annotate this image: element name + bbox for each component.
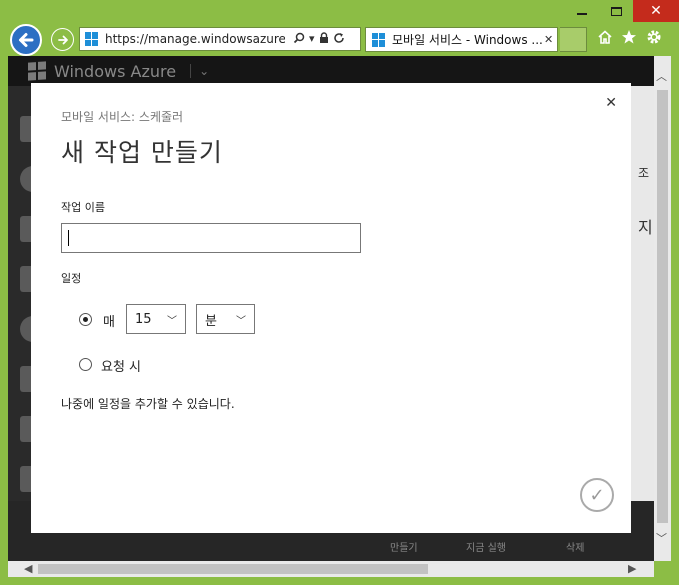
azure-header: Windows Azure ⌄ <box>8 56 654 86</box>
vertical-scrollbar[interactable]: ︿ ﹀ <box>654 56 671 561</box>
radio-every[interactable] <box>79 313 92 326</box>
background-text: 지 <box>638 218 653 237</box>
dialog-title: 새 작업 만들기 <box>61 138 223 167</box>
browser-window: ✕ https://manage.windowsazure.c... ▾ <box>0 0 679 585</box>
dialog-breadcrumb: 모바일 서비스: 스케줄러 <box>61 110 184 124</box>
tab-title: 모바일 서비스 - Windows ... <box>392 33 542 47</box>
back-button[interactable] <box>10 24 42 56</box>
address-bar[interactable]: https://manage.windowsazure.c... ▾ <box>79 27 361 51</box>
forward-button[interactable] <box>51 28 74 51</box>
background-text: 조 <box>638 166 650 180</box>
schedule-label: 일정 <box>61 272 82 285</box>
command-delete[interactable]: 삭제 <box>566 539 584 554</box>
text-caret <box>68 230 69 246</box>
schedule-note: 나중에 일정을 추가할 수 있습니다. <box>61 397 235 411</box>
dialog-close-icon[interactable]: ✕ <box>605 95 617 111</box>
minimize-button[interactable] <box>565 0 599 22</box>
radio-every-label: 매 <box>103 315 115 330</box>
job-name-input[interactable] <box>61 223 361 253</box>
windows-logo-icon <box>372 32 386 47</box>
unit-value: 분 <box>205 313 217 329</box>
dropdown-icon[interactable]: ▾ <box>309 32 315 47</box>
minimize-icon <box>577 13 587 15</box>
close-icon: ✕ <box>650 3 662 19</box>
arrow-right-icon <box>57 35 68 44</box>
address-tools: ▾ <box>293 32 345 47</box>
settings-gear-icon[interactable] <box>646 29 662 49</box>
create-job-dialog: ✕ 모바일 서비스: 스케줄러 새 작업 만들기 작업 이름 일정 매 15 ﹀… <box>31 83 631 533</box>
address-url[interactable]: https://manage.windowsazure.c... <box>105 32 285 46</box>
command-run-now[interactable]: 지금 실행 <box>466 539 506 554</box>
arrow-left-icon <box>19 33 34 47</box>
radio-on-demand-label: 요청 시 <box>101 360 142 375</box>
horizontal-scrollbar[interactable]: ◀ ▶ <box>8 561 654 577</box>
browser-tab-active[interactable]: 모바일 서비스 - Windows ... ✕ <box>365 27 558 52</box>
window-close-button[interactable]: ✕ <box>633 0 679 22</box>
chevron-down-icon[interactable]: ⌄ <box>190 64 209 78</box>
confirm-button[interactable]: ✓ <box>580 478 614 512</box>
chevron-down-icon: ﹀ <box>236 315 246 327</box>
windows-logo-icon <box>28 61 46 81</box>
search-icon[interactable] <box>293 32 305 47</box>
chevron-down-icon: ﹀ <box>167 315 177 327</box>
refresh-icon[interactable] <box>333 32 345 47</box>
tab-close-icon[interactable]: ✕ <box>544 33 553 46</box>
window-controls: ✕ <box>565 0 679 22</box>
scroll-down-icon[interactable]: ﹀ <box>656 530 667 546</box>
vertical-scroll-thumb[interactable] <box>657 90 668 523</box>
background-panel: 조 지 <box>630 86 654 501</box>
unit-select[interactable]: 분 ﹀ <box>196 304 255 334</box>
maximize-button[interactable] <box>599 0 633 22</box>
browser-navbar: https://manage.windowsazure.c... ▾ 모바일 서… <box>0 22 679 56</box>
horizontal-scroll-thumb[interactable] <box>38 564 428 574</box>
lock-icon[interactable] <box>319 31 329 47</box>
scroll-right-icon[interactable]: ▶ <box>628 562 636 575</box>
command-create[interactable]: 만들기 <box>390 539 418 554</box>
checkmark-icon: ✓ <box>589 484 605 506</box>
maximize-icon <box>610 6 622 16</box>
radio-on-demand[interactable] <box>79 358 92 371</box>
new-tab-button[interactable] <box>560 27 587 52</box>
interval-select[interactable]: 15 ﹀ <box>126 304 186 334</box>
favorites-star-icon[interactable] <box>621 29 637 49</box>
azure-brand[interactable]: Windows Azure <box>54 62 176 81</box>
windows-logo-icon <box>85 32 99 46</box>
job-name-label: 작업 이름 <box>61 201 105 214</box>
scroll-up-icon[interactable]: ︿ <box>656 68 667 84</box>
interval-value: 15 <box>135 311 152 327</box>
scroll-left-icon[interactable]: ◀ <box>24 562 32 575</box>
home-icon[interactable] <box>597 29 613 49</box>
